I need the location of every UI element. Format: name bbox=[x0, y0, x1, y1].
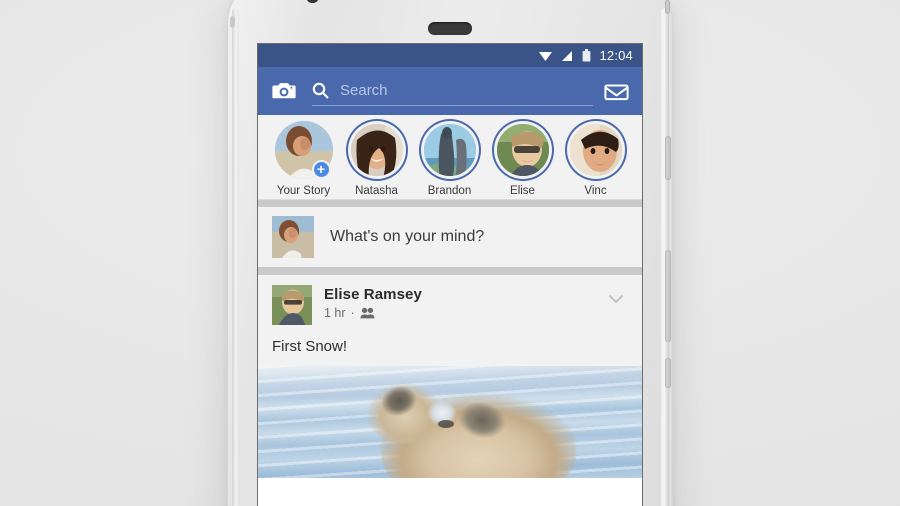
post-separator: · bbox=[350, 306, 355, 320]
post-timestamp: 1 hr bbox=[324, 306, 346, 320]
post-message: First Snow! bbox=[272, 338, 348, 355]
feed-post: Elise Ramsey 1 hr · First Snow! bbox=[258, 275, 642, 366]
search-icon bbox=[312, 82, 329, 99]
status-bar: 12:04 bbox=[258, 44, 642, 67]
story-item[interactable]: Brandon bbox=[413, 121, 486, 197]
search-placeholder: Search bbox=[340, 82, 388, 99]
phone-left-edge bbox=[232, 8, 239, 506]
volume-button[interactable] bbox=[665, 250, 671, 342]
post-subtitle: 1 hr · bbox=[324, 306, 594, 320]
power-button[interactable] bbox=[665, 136, 671, 180]
camera-icon[interactable] bbox=[270, 77, 298, 105]
story-ring bbox=[348, 121, 406, 179]
composer-prompt: What's on your mind? bbox=[330, 228, 485, 245]
search-field[interactable]: Search bbox=[312, 76, 593, 106]
story-label: Elise bbox=[510, 185, 535, 197]
battery-icon bbox=[582, 49, 591, 62]
stories-tray[interactable]: + Your Story Natasha Brandon Elise Vinc bbox=[258, 115, 642, 200]
status-bar-clock: 12:04 bbox=[599, 48, 633, 63]
add-story-badge[interactable]: + bbox=[311, 160, 331, 179]
wifi-icon bbox=[538, 50, 553, 62]
post-meta: Elise Ramsey 1 hr · bbox=[324, 285, 594, 320]
story-label: Natasha bbox=[355, 185, 398, 197]
story-thumbnail bbox=[350, 124, 403, 176]
post-author-avatar[interactable] bbox=[272, 285, 312, 325]
story-item[interactable]: + Your Story bbox=[267, 121, 340, 197]
story-thumbnail bbox=[569, 124, 622, 176]
sim-tray[interactable] bbox=[665, 0, 670, 14]
section-divider bbox=[258, 200, 642, 207]
section-divider-2 bbox=[258, 267, 642, 275]
post-author-name[interactable]: Elise Ramsey bbox=[324, 286, 594, 303]
front-camera bbox=[306, 0, 319, 3]
story-item[interactable]: Elise bbox=[486, 121, 559, 197]
story-item[interactable]: Vinc bbox=[559, 121, 632, 197]
story-thumbnail bbox=[423, 124, 476, 176]
phone-screen: 12:04 Search + Your Story Natasha Brando… bbox=[258, 44, 642, 506]
cell-signal-icon bbox=[561, 50, 574, 62]
earpiece-speaker bbox=[428, 22, 472, 35]
chevron-down-icon[interactable] bbox=[606, 285, 628, 307]
story-ring bbox=[567, 121, 625, 179]
app-bar: Search bbox=[258, 67, 642, 115]
story-thumbnail bbox=[496, 124, 549, 176]
side-button[interactable] bbox=[665, 358, 671, 388]
story-item[interactable]: Natasha bbox=[340, 121, 413, 197]
phone-device: 12:04 Search + Your Story Natasha Brando… bbox=[228, 0, 672, 506]
composer-avatar[interactable] bbox=[272, 216, 314, 258]
friends-icon bbox=[360, 307, 375, 319]
story-ring bbox=[421, 121, 479, 179]
story-label: Brandon bbox=[427, 185, 472, 197]
story-label: Your Story bbox=[276, 185, 331, 197]
story-label: Vinc bbox=[584, 185, 607, 197]
post-header: Elise Ramsey 1 hr · bbox=[272, 285, 628, 325]
story-ring bbox=[494, 121, 552, 179]
screenshot-stage: 12:04 Search + Your Story Natasha Brando… bbox=[0, 0, 900, 506]
status-composer[interactable]: What's on your mind? bbox=[258, 207, 642, 267]
post-photo[interactable] bbox=[258, 366, 642, 478]
messenger-icon[interactable] bbox=[603, 78, 630, 105]
left-side-tray[interactable] bbox=[230, 16, 235, 28]
story-ring: + bbox=[274, 121, 333, 179]
